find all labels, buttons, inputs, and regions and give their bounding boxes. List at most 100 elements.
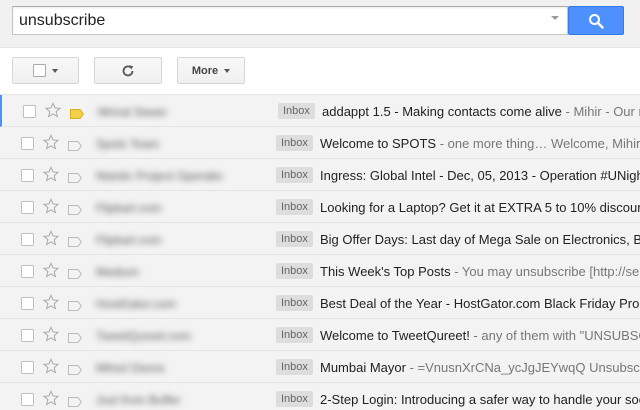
message-row[interactable]: Just from Buffer Inbox 2-Step Login: Intro… [0,383,640,410]
search-icon [589,13,604,29]
message-subject-snippet: Ingress: Global Intel - Dec, 05, 2013 - … [320,168,640,183]
message-subject: This Week's Top Posts [320,264,451,279]
message-subject: addappt 1.5 - Making contacts come alive [322,104,562,119]
message-sender: Spots Team [96,137,160,151]
important-marker-icon[interactable] [68,138,82,156]
message-subject: Ingress: Global Intel - Dec, 05, 2013 - … [320,168,640,183]
message-checkbox[interactable] [21,329,34,342]
inbox-label-badge[interactable]: Inbox [276,135,313,151]
inbox-label-badge[interactable]: Inbox [276,295,313,311]
chevron-down-icon [224,68,231,73]
important-marker-icon[interactable] [68,330,82,348]
star-icon[interactable] [42,357,60,379]
message-subject-snippet: Welcome to SPOTS - one more thing… Welco… [320,136,640,151]
inbox-label-badge[interactable]: Inbox [276,359,313,375]
message-row[interactable]: HostGator.com Inbox Best Deal of the Year … [0,287,640,319]
star-icon[interactable] [42,325,60,347]
select-all-checkbox[interactable] [33,64,46,77]
inbox-label-badge[interactable]: Inbox [276,199,313,215]
search-button[interactable] [568,6,624,35]
important-marker-icon[interactable] [68,298,82,316]
message-subject-snippet: Big Offer Days: Last day of Mega Sale on… [320,232,640,247]
message-subject: Looking for a Laptop? Get it at EXTRA 5 … [320,200,640,215]
message-row[interactable]: Flipkart.com Inbox Looking for a Laptop? G… [0,191,640,223]
message-snippet: - Mihir - Our new [565,104,640,119]
message-checkbox[interactable] [21,265,34,278]
message-subject: Big Offer Days: Last day of Mega Sale on… [320,232,640,247]
message-subject-snippet: Welcome to TweetQureet! - any of them wi… [320,328,640,343]
message-row[interactable]: Mrinal Siwan Inbox addappt 1.5 - Making co… [0,95,640,127]
message-snippet: - any of them with "UNSUBSCR [469,328,640,343]
message-sender: Flipkart.com [96,201,162,215]
inbox-label-badge[interactable]: Inbox [276,263,313,279]
select-dropdown-button[interactable] [12,57,79,84]
message-row[interactable]: TweetQureet.com Inbox Welcome to TweetQure… [0,319,640,351]
message-checkbox[interactable] [23,105,36,118]
search-input[interactable] [12,6,568,35]
inbox-label-badge[interactable]: Inbox [278,103,315,119]
message-sender: Niantic Project Operatio [96,169,223,183]
message-checkbox[interactable] [21,233,34,246]
star-icon[interactable] [42,165,60,187]
message-sender: TweetQureet.com [96,329,191,343]
message-subject-snippet: Best Deal of the Year - HostGator.com Bl… [320,296,640,311]
message-sender: Mrinal Siwan [98,105,167,119]
message-subject: Welcome to SPOTS [320,136,437,151]
important-marker-icon[interactable] [68,234,82,252]
inbox-label-badge[interactable]: Inbox [276,167,313,183]
message-snippet: - You may unsubscribe [http://servic [450,264,640,279]
message-subject: 2-Step Login: Introducing a safer way to… [320,392,640,407]
inbox-label-badge[interactable]: Inbox [276,231,313,247]
search-options-caret-icon[interactable] [551,16,559,20]
message-sender: HostGator.com [96,297,177,311]
message-checkbox[interactable] [21,137,34,150]
important-marker-icon[interactable] [68,202,82,220]
message-row[interactable]: Spots Team Inbox Welcome to SPOTS - one mo… [0,127,640,159]
refresh-button[interactable] [94,57,162,84]
star-icon[interactable] [42,389,60,410]
message-list: Mrinal Siwan Inbox addappt 1.5 - Making co… [0,94,640,410]
important-marker-icon[interactable] [70,106,84,124]
star-icon[interactable] [42,261,60,283]
star-icon[interactable] [42,293,60,315]
inbox-label-badge[interactable]: Inbox [276,327,313,343]
message-subject: Mumbai Mayor [320,360,406,375]
chevron-down-icon [52,68,58,73]
message-subject: Welcome to TweetQureet! [320,328,470,343]
message-checkbox[interactable] [21,393,34,406]
message-checkbox[interactable] [21,361,34,374]
message-row[interactable]: Flipkart.com Inbox Big Offer Days: Last da… [0,223,640,255]
refresh-icon [122,64,134,76]
message-row[interactable]: Medium Inbox This Week's Top Posts - You m… [0,255,640,287]
message-sender: Mihsrl Deora [96,361,165,375]
message-subject-snippet: Mumbai Mayor - =VnusnXrCNa_ycJgJEYwqQ Un… [320,360,640,375]
message-subject: Best Deal of the Year - HostGator.com Bl… [320,296,640,311]
message-checkbox[interactable] [21,169,34,182]
message-checkbox[interactable] [21,297,34,310]
toolbar: More [0,48,640,94]
message-row[interactable]: Niantic Project Operatio Inbox Ingress: Gl… [0,159,640,191]
star-icon[interactable] [42,133,60,155]
inbox-label-badge[interactable]: Inbox [276,391,313,407]
message-subject-snippet: This Week's Top Posts - You may unsubscr… [320,264,640,279]
message-snippet: - one more thing… Welcome, Mihir Pa [436,136,640,151]
message-row[interactable]: Mihsrl Deora Inbox Mumbai Mayor - =VnusnXr… [0,351,640,383]
important-marker-icon[interactable] [68,362,82,380]
message-subject-snippet: Looking for a Laptop? Get it at EXTRA 5 … [320,200,640,215]
important-marker-icon[interactable] [68,266,82,284]
message-subject-snippet: addappt 1.5 - Making contacts come alive… [322,104,640,119]
important-marker-icon[interactable] [68,394,82,410]
message-snippet: - =VnusnXrCNa_ycJgJEYwqQ Unsubscribe t [409,360,640,375]
message-sender: Just from Buffer [96,393,181,407]
search-bar [0,0,640,48]
star-icon[interactable] [42,197,60,219]
important-marker-icon[interactable] [68,170,82,188]
message-sender: Medium [96,265,139,279]
star-icon[interactable] [42,229,60,251]
star-icon[interactable] [44,101,62,123]
more-button-label: More [191,64,219,77]
message-sender: Flipkart.com [96,233,162,247]
more-button[interactable]: More [177,57,245,84]
message-subject-snippet: 2-Step Login: Introducing a safer way to… [320,392,640,407]
message-checkbox[interactable] [21,201,34,214]
